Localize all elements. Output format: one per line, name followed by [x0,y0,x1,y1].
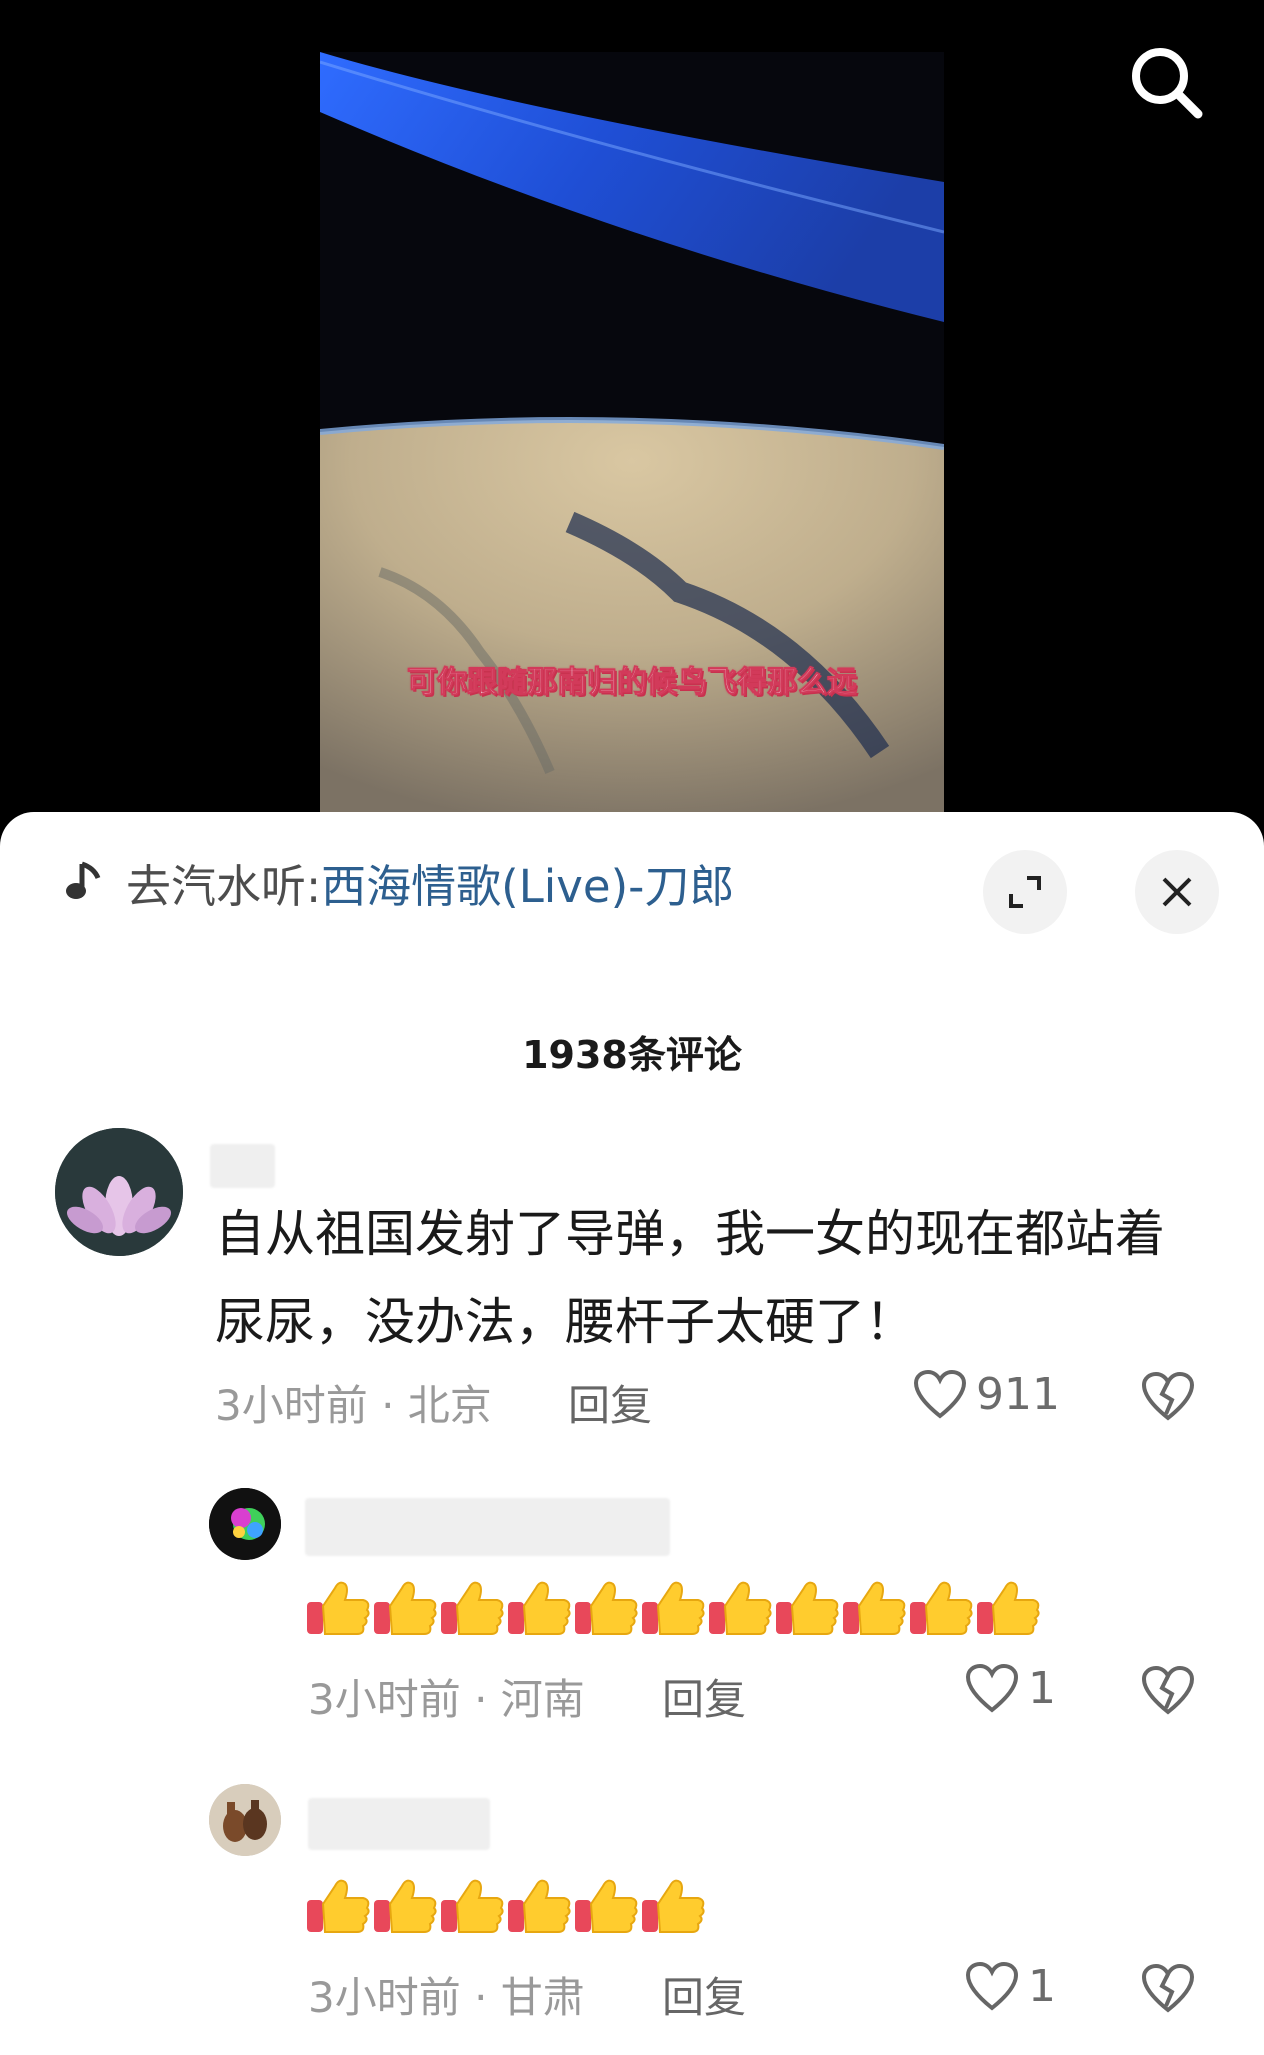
close-icon [1162,877,1192,907]
like-button[interactable]: 1 [964,1960,1056,2012]
close-button[interactable] [1135,850,1219,934]
like-button[interactable]: 1 [964,1662,1056,1714]
thumbs-up-emoji [707,1578,774,1638]
dislike-button[interactable] [1140,1664,1196,1720]
thumbs-up-emoji [372,1876,439,1936]
thumbs-up-emoji [640,1876,707,1936]
thumbs-up-emoji [774,1578,841,1638]
thumbs-up-emoji [975,1578,1042,1638]
heart-icon [913,1369,967,1419]
broken-heart-icon [1141,1665,1195,1715]
comments-sheet: 去汽水听: 西海情歌(Live)-刀郎 1938条评论 自从祖国发射了导弹，我一… [0,812,1264,2055]
thumbs-up-emoji [908,1578,975,1638]
thumbs-up-emoji [573,1876,640,1936]
broken-heart-icon [1141,1371,1195,1421]
dislike-button[interactable] [1140,1962,1196,2018]
thumbs-up-emoji [841,1578,908,1638]
username-redacted[interactable] [210,1144,275,1188]
music-prefix: 去汽水听: [126,859,322,913]
thumbs-up-emoji [640,1578,707,1638]
comment-count: 1938条评论 [522,1033,742,1077]
expand-button[interactable] [983,850,1067,934]
comment-meta: 3小时前 · 河南 [308,1675,585,1724]
avatar[interactable] [209,1784,281,1856]
thumbs-up-emoji [439,1876,506,1936]
avatar[interactable] [55,1128,183,1256]
username-redacted[interactable] [305,1498,670,1556]
dislike-button[interactable] [1140,1370,1196,1426]
like-count: 1 [1028,1662,1056,1714]
avatar[interactable] [209,1488,281,1560]
search-icon [1132,48,1203,119]
username-redacted[interactable] [308,1798,490,1850]
comment-meta: 3小时前 · 甘肃 [308,1973,585,2022]
emoji-row [305,1876,707,1936]
music-note-icon [66,861,101,899]
thumbs-up-emoji [506,1876,573,1936]
thumbs-up-emoji [506,1578,573,1638]
heart-icon [965,1663,1019,1713]
thumbs-up-emoji [439,1578,506,1638]
like-button[interactable]: 911 [912,1368,1060,1420]
thumbs-up-emoji [305,1876,372,1936]
music-song-title[interactable]: 西海情歌(Live)-刀郎 [321,850,734,915]
comment-text: 自从祖国发射了导弹，我一女的现在都站着尿尿，没办法，腰杆子太硬了！ [215,1205,1165,1351]
like-count: 911 [976,1368,1060,1420]
music-link[interactable]: 去汽水听: 西海情歌(Live)-刀郎 [62,854,734,913]
video-subtitle: 可你跟随那南归的候鸟飞得那么远 [407,665,858,701]
reply-button[interactable]: 回复 [662,1964,746,2025]
reply-button[interactable]: 回复 [568,1372,652,1433]
comment-meta: 3小时前 · 北京 [215,1381,492,1430]
video-frame: 可你跟随那南归的候鸟飞得那么远 [320,52,944,830]
broken-heart-icon [1141,1963,1195,2013]
thumbs-up-emoji [573,1578,640,1638]
expand-icon [1009,876,1041,908]
emoji-row [305,1578,1042,1638]
like-count: 1 [1028,1960,1056,2012]
search-button[interactable] [1122,38,1212,128]
video-player[interactable]: 可你跟随那南归的候鸟飞得那么远 [0,0,1264,830]
reply-button[interactable]: 回复 [662,1666,746,1727]
thumbs-up-emoji [305,1578,372,1638]
thumbs-up-emoji [372,1578,439,1638]
heart-icon [965,1961,1019,2011]
